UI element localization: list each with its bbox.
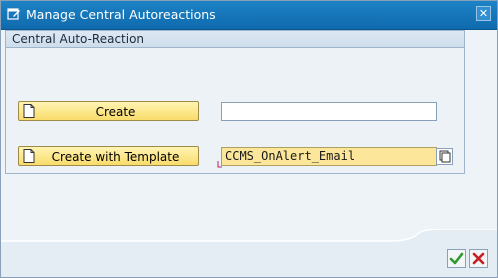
create-with-template-button[interactable]: Create with Template [18, 146, 199, 166]
template-input-value: CCMS_OnAlert_Email [225, 149, 356, 163]
field-focus-mark [217, 161, 222, 168]
document-icon [23, 149, 35, 163]
cancel-button[interactable] [469, 249, 488, 268]
group-title: Central Auto-Reaction [6, 31, 464, 48]
title-bar[interactable]: Manage Central Autoreactions ✕ [1, 1, 497, 30]
template-value-help-button[interactable] [436, 148, 453, 165]
dialog-window: Manage Central Autoreactions ✕ Central A… [0, 0, 498, 278]
close-icon: ✕ [478, 7, 489, 20]
checkmark-icon [449, 252, 464, 265]
copy-icon [439, 150, 451, 163]
create-button-label: Create [95, 105, 136, 119]
create-with-template-button-label: Create with Template [51, 150, 180, 164]
name-input[interactable] [221, 102, 437, 121]
ok-button[interactable] [447, 249, 466, 268]
template-input[interactable]: CCMS_OnAlert_Email [221, 147, 437, 166]
close-button[interactable]: ✕ [476, 6, 491, 21]
create-button[interactable]: Create [18, 101, 199, 121]
footer-area [1, 229, 497, 277]
edit-window-icon [7, 8, 20, 20]
cross-icon [472, 252, 485, 265]
window-title: Manage Central Autoreactions [26, 7, 216, 22]
document-icon [23, 104, 35, 118]
